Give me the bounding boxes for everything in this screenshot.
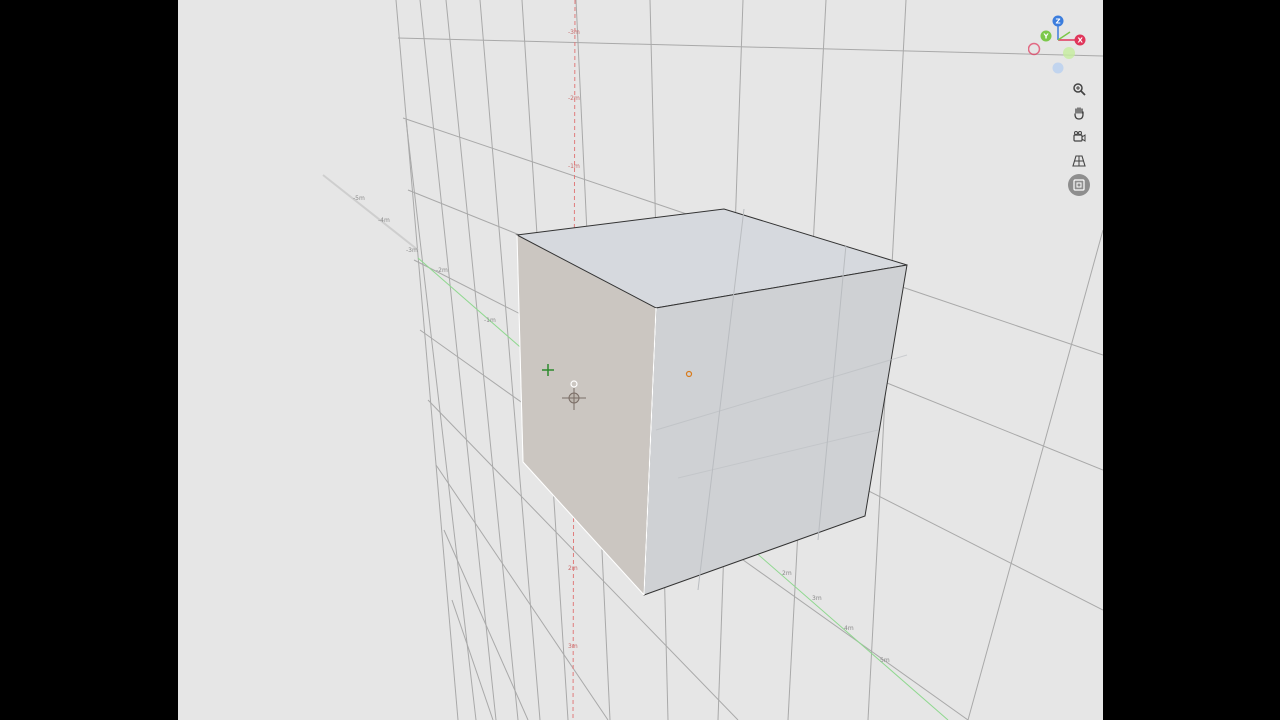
tick-label: -2m [436,267,448,274]
camera-icon [1073,131,1086,142]
tick-label: 3m [568,643,578,650]
gizmo-neg-z-handle [1052,62,1064,74]
3d-viewport[interactable]: -3m -2m -1m 1m 2m 3m -5m -4m -3m -2m -1m… [178,0,1103,720]
tick-label: -2m [568,95,580,102]
tick-label: -4m [378,217,390,224]
grid-toggle-button[interactable] [1068,150,1090,172]
tick-label: 2m [782,570,792,577]
tick-label: 2m [568,565,578,572]
tick-label: 5m [880,657,890,664]
tick-label: -3m [568,29,580,36]
tick-label: -1m [484,317,496,324]
frame-selected-button[interactable] [1068,174,1090,196]
tick-label: -3m [406,247,418,254]
gizmo-x-label: X [1078,37,1084,45]
cube-front-face[interactable] [643,264,908,596]
letterbox-right [1103,0,1280,720]
gizmo-y-label: Y [1043,33,1050,41]
depth-axis-ghost [322,174,419,251]
navigation-gizmo[interactable]: Z Y X [1027,12,1094,78]
tick-label: 3m [812,595,822,602]
letterbox-left [0,0,178,720]
zoom-icon [1073,83,1086,96]
zoom-button[interactable] [1068,78,1090,100]
frame-icon [1073,179,1085,191]
gizmo-neg-y-handle [1063,47,1075,59]
gizmo-z-label: Z [1056,18,1061,26]
tick-label: -5m [353,195,365,202]
hand-icon [1074,107,1084,120]
tick-label: 4m [844,625,854,632]
pan-button[interactable] [1068,102,1090,124]
scene-canvas[interactable]: -3m -2m -1m 1m 2m 3m -5m -4m -3m -2m -1m… [178,0,1103,720]
gizmo-neg-x-handle [1027,42,1041,56]
viewport-toolbar [1068,78,1092,198]
orbit-camera-button[interactable] [1068,126,1090,148]
grid-icon [1072,155,1086,167]
tick-label: -1m [568,163,580,170]
